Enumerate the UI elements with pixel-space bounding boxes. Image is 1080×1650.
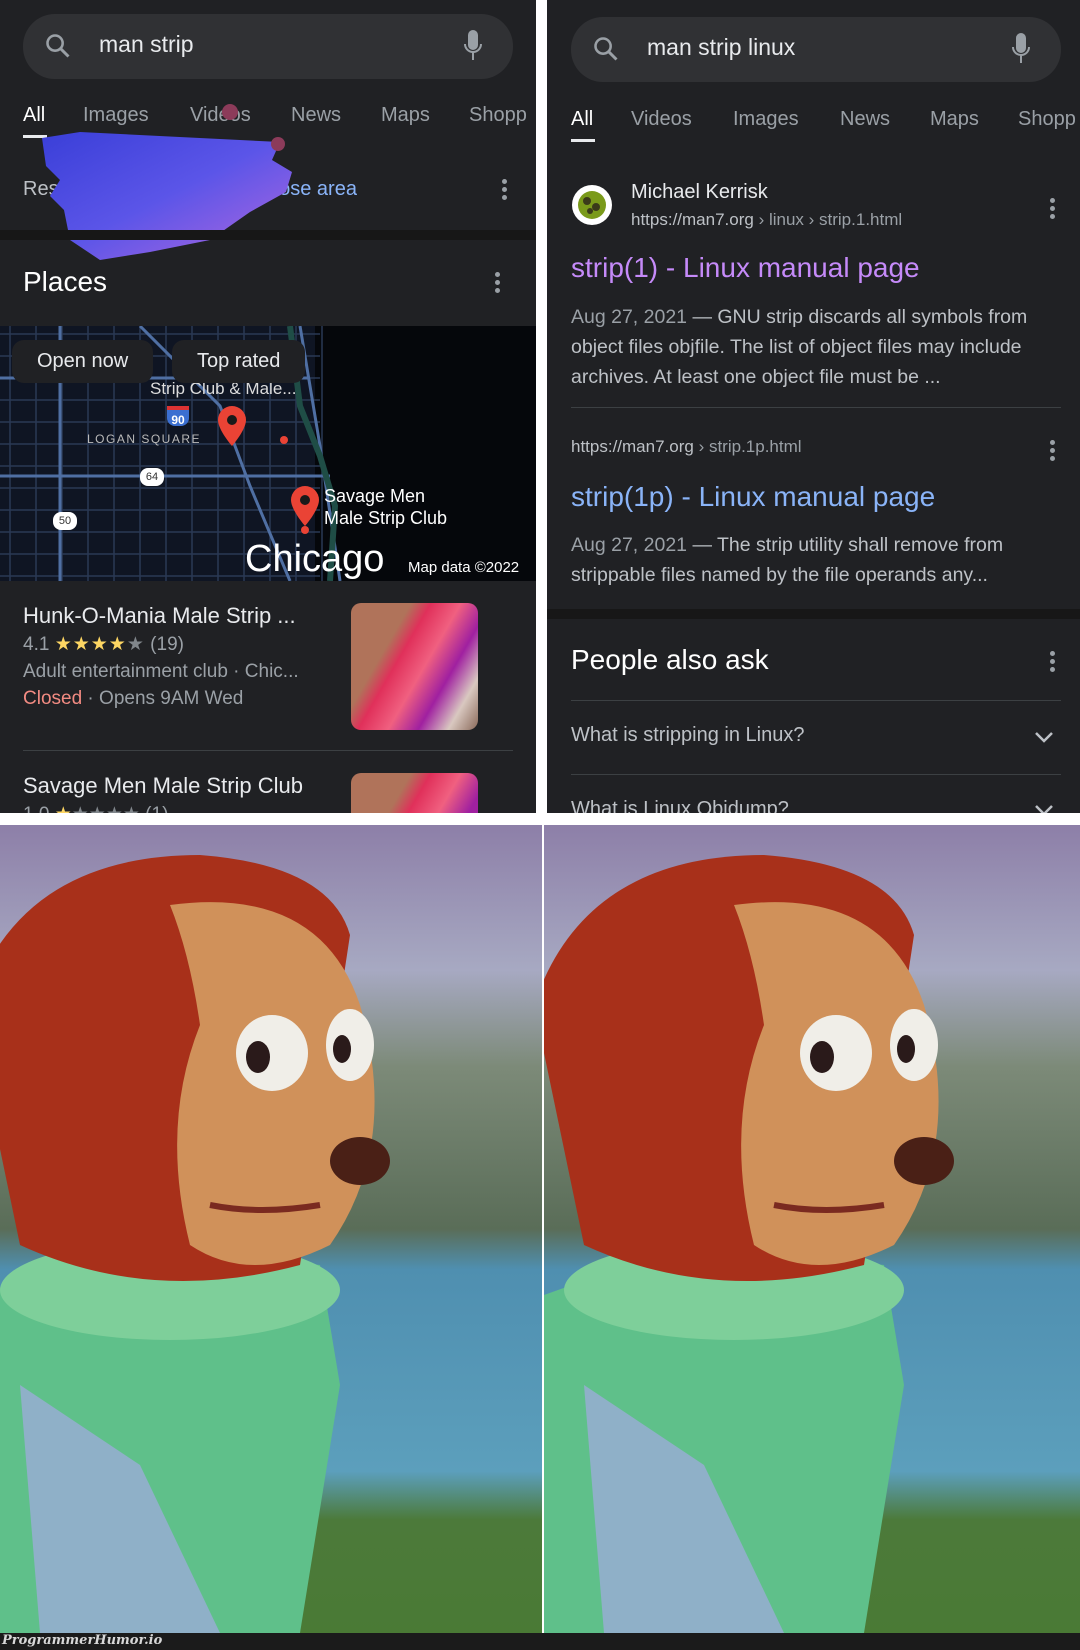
- search-bar[interactable]: man strip linux: [571, 17, 1061, 82]
- map-pin-icon[interactable]: [291, 486, 319, 534]
- result-divider: [571, 407, 1061, 408]
- url-domain: https://man7.org: [571, 437, 694, 456]
- result-snippet: Aug 27, 2021 — The strip utility shall r…: [571, 530, 1003, 590]
- places-map[interactable]: 90 64 50 Strip Club & Male... LOGAN SQUA…: [0, 326, 536, 581]
- result-url[interactable]: https://man7.org › strip.1p.html: [571, 437, 802, 457]
- search-input[interactable]: man strip linux: [647, 34, 795, 61]
- shield-90: 90: [167, 406, 189, 427]
- search-bar[interactable]: man strip: [23, 14, 513, 79]
- tab-maps[interactable]: Maps: [381, 104, 430, 127]
- place-category: Adult entertainment club · Chic...: [23, 661, 299, 682]
- place-thumbnail[interactable]: [351, 773, 478, 813]
- url-domain: https://man7.org: [631, 210, 754, 229]
- monkey-puppet-image: [0, 825, 542, 1633]
- map-city-label: Chicago: [245, 538, 385, 580]
- section-divider: [0, 230, 536, 240]
- shield-50: 50: [53, 512, 77, 530]
- watermark-text: ProgrammerHumor.io: [2, 1633, 163, 1648]
- list-divider: [23, 750, 513, 751]
- rating-value: 1.0: [23, 804, 49, 813]
- question-text: What is stripping in Linux?: [571, 724, 805, 746]
- tab-maps[interactable]: Maps: [930, 108, 979, 131]
- section-divider: [547, 609, 1080, 619]
- paint-smear-overlay: [42, 104, 292, 260]
- place-rating-row: 1.0 ★★★★★ (1): [23, 803, 168, 813]
- star-rating: ★★★★★: [54, 634, 145, 655]
- meme-panel-left: [0, 825, 542, 1633]
- paa-divider: [571, 774, 1061, 775]
- tab-images[interactable]: Images: [733, 108, 799, 131]
- tab-news[interactable]: News: [840, 108, 890, 131]
- more-options-icon[interactable]: [502, 179, 508, 201]
- microphone-icon[interactable]: [1011, 33, 1031, 65]
- result-title-link[interactable]: strip(1) - Linux manual page: [571, 252, 920, 284]
- tab-shopping[interactable]: Shopp: [1018, 108, 1076, 131]
- paa-more-icon[interactable]: [1050, 651, 1056, 673]
- left-search-panel: man strip All Images Videos News Maps Sh…: [0, 0, 536, 813]
- tab-all[interactable]: All: [571, 108, 593, 131]
- place-thumbnail[interactable]: [351, 603, 478, 730]
- url-path: › strip.1p.html: [693, 437, 802, 456]
- result-more-icon[interactable]: [1050, 198, 1056, 220]
- snippet-line: object files objfile. The list of object…: [571, 336, 1022, 358]
- map-dot[interactable]: [280, 436, 288, 444]
- snippet-line: The strip utility shall remove from: [717, 534, 1004, 556]
- review-count: (19): [150, 634, 184, 655]
- map-pin-icon[interactable]: [218, 406, 246, 446]
- chevron-down-icon[interactable]: [1034, 803, 1054, 813]
- monkey-puppet-image: [544, 825, 1080, 1633]
- snippet-line: strippable files named by the file opera…: [571, 564, 988, 586]
- chevron-down-icon[interactable]: [1034, 730, 1054, 744]
- watermark-bar: ProgrammerHumor.io: [0, 1633, 1080, 1650]
- map-copyright: Map data ©2022: [408, 559, 520, 576]
- star-rating: ★★★★★: [55, 804, 140, 813]
- snippet-line: GNU strip discards all symbols from: [717, 306, 1028, 328]
- places-title: Places: [23, 266, 108, 297]
- place-name[interactable]: Hunk-O-Mania Male Strip ...: [23, 603, 296, 629]
- url-path: › linux › strip.1.html: [753, 210, 903, 229]
- result-date: Aug 27, 2021: [571, 306, 688, 328]
- question-text: What is Linux Objdump?: [571, 798, 789, 813]
- search-icon: [594, 37, 618, 61]
- result-site-name: Michael Kerrisk: [631, 181, 768, 203]
- right-search-panel: man strip linux All Videos Images News M…: [547, 0, 1080, 813]
- filter-open-now[interactable]: Open now: [12, 340, 154, 383]
- place-rating-row: 4.1 ★★★★★ (19): [23, 633, 184, 656]
- snippet-line: archives. At least one object file must …: [571, 366, 941, 388]
- opening-hours: · Opens 9AM Wed: [82, 688, 244, 709]
- tab-shopping[interactable]: Shopp: [469, 104, 527, 127]
- people-also-ask-title: People also ask: [571, 644, 769, 675]
- microphone-icon[interactable]: [463, 30, 483, 62]
- places-more-icon[interactable]: [495, 272, 501, 294]
- search-icon: [46, 34, 70, 58]
- active-tab-indicator: [571, 139, 595, 142]
- filter-top-rated[interactable]: Top rated: [172, 340, 306, 383]
- closed-status: Closed: [23, 688, 83, 709]
- paa-divider: [571, 700, 1061, 701]
- review-count: (1): [145, 804, 168, 813]
- result-date: Aug 27, 2021: [571, 534, 688, 556]
- result-more-icon[interactable]: [1050, 440, 1056, 462]
- place-name[interactable]: Savage Men Male Strip Club: [23, 773, 303, 799]
- map-pin-label: Male Strip Club: [324, 508, 448, 528]
- tab-videos[interactable]: Videos: [631, 108, 692, 131]
- place-hours: Closed · Opens 9AM Wed: [23, 688, 243, 710]
- shield-64: 64: [140, 468, 164, 486]
- rating-value: 4.1: [23, 634, 50, 655]
- result-url[interactable]: https://man7.org › linux › strip.1.html: [631, 210, 902, 230]
- result-title-link[interactable]: strip(1p) - Linux manual page: [571, 481, 935, 513]
- meme-panel-right: [544, 825, 1080, 1633]
- site-favicon: [572, 185, 612, 225]
- result-snippet: Aug 27, 2021 — GNU strip discards all sy…: [571, 302, 1027, 392]
- search-input[interactable]: man strip: [99, 31, 194, 58]
- map-label-neighborhood: LOGAN SQUARE: [87, 432, 202, 446]
- map-pin-label: Savage Men: [324, 486, 426, 506]
